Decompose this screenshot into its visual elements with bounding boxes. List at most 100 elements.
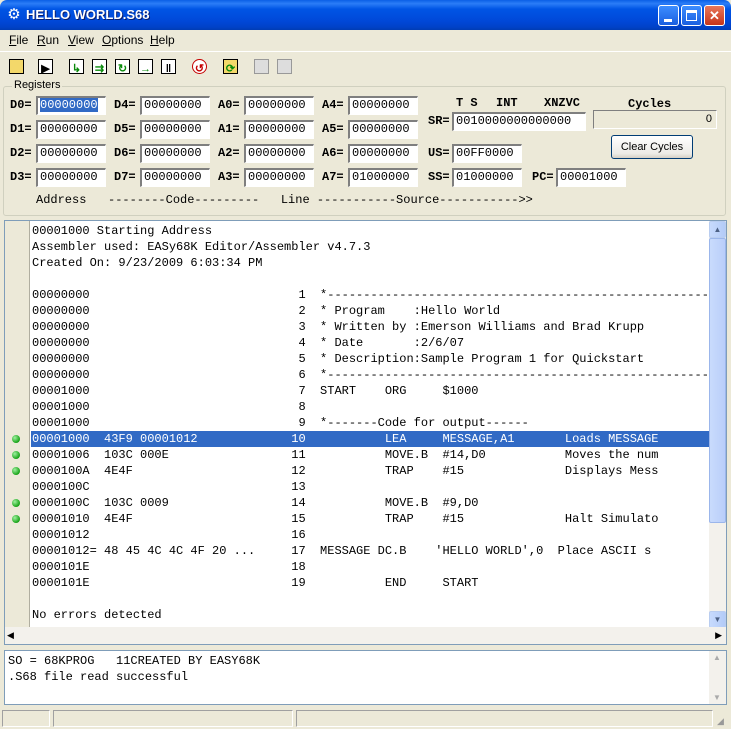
menu-options[interactable]: Options xyxy=(102,33,143,47)
menu-bar: File Run View Options Help xyxy=(0,30,731,50)
register-d3-field[interactable]: 00000000 xyxy=(36,168,106,187)
listing-pane[interactable]: 00001000 Starting Address Assembler used:… xyxy=(4,220,727,645)
breakpoint-marker-icon[interactable] xyxy=(12,499,20,507)
listing-line[interactable]: No errors detected xyxy=(31,607,709,623)
listing-vertical-scrollbar[interactable]: ▲ ▼ xyxy=(709,221,726,628)
register-a6-field[interactable]: 00000000 xyxy=(348,144,418,163)
register-label-d4: D4= xyxy=(114,98,136,112)
register-a5-field[interactable]: 00000000 xyxy=(348,120,418,139)
register-pc-field[interactable]: 00001000 xyxy=(556,168,626,187)
trace-button[interactable]: ↻ xyxy=(112,56,132,76)
scroll-down-icon[interactable]: ▼ xyxy=(713,693,721,702)
register-us-field[interactable]: 00FF0000 xyxy=(452,144,522,163)
listing-line[interactable] xyxy=(31,591,709,607)
scroll-up-button[interactable]: ▲ xyxy=(709,221,726,238)
register-d7-field[interactable]: 00000000 xyxy=(140,168,210,187)
maximize-button[interactable] xyxy=(681,5,702,26)
message-vertical-scrollbar[interactable]: ▲ ▼ xyxy=(709,651,726,704)
step-into-button[interactable]: ↳ xyxy=(66,56,86,76)
run-to-cursor-button[interactable]: → xyxy=(135,56,155,76)
listing-line[interactable]: 0000101E 18 xyxy=(31,559,709,575)
listing-line[interactable]: Assembler used: EASy68K Editor/Assembler… xyxy=(31,239,709,255)
listing-line[interactable]: 0000100C 103C 0009 14 MOVE.B #9,D0 xyxy=(31,495,709,511)
register-label-a2: A2= xyxy=(218,146,240,160)
listing-line[interactable]: 00000000 2 * Program :Hello World xyxy=(31,303,709,319)
menu-help[interactable]: Help xyxy=(150,33,175,47)
register-d0-field[interactable]: 00000000 xyxy=(36,96,106,115)
menu-run[interactable]: Run xyxy=(37,33,59,47)
scroll-right-icon[interactable]: ▶ xyxy=(715,630,722,641)
close-button[interactable]: ✕ xyxy=(704,5,725,26)
listing-line[interactable]: 00000000 5 * Description:Sample Program … xyxy=(31,351,709,367)
scroll-up-icon[interactable]: ▲ xyxy=(713,653,721,662)
scroll-thumb[interactable] xyxy=(709,238,726,523)
listing-line[interactable]: 00000000 6 *----------------------------… xyxy=(31,367,709,383)
message-pane[interactable]: SO = 68KPROG 11CREATED BY EASY68K .S68 fi… xyxy=(4,650,727,705)
message-line: .S68 file read successful xyxy=(8,670,189,684)
open-button[interactable] xyxy=(6,56,26,76)
listing-line[interactable]: 00001000 Starting Address xyxy=(31,223,709,239)
resize-grip-icon[interactable]: ◢ xyxy=(717,715,729,727)
register-a7-field[interactable]: 01000000 xyxy=(348,168,418,187)
register-sr-field[interactable]: 0010000000000000 xyxy=(452,112,586,131)
register-d1-field[interactable]: 00000000 xyxy=(36,120,106,139)
register-label-ss: SS= xyxy=(428,170,450,184)
listing-line[interactable]: 00001010 4E4F 15 TRAP #15 Halt Simulato xyxy=(31,511,709,527)
register-label-pc: PC= xyxy=(532,170,554,184)
listing-line[interactable]: 00000000 3 * Written by :Emerson William… xyxy=(31,319,709,335)
register-ss-field[interactable]: 01000000 xyxy=(452,168,522,187)
register-a0-field[interactable]: 00000000 xyxy=(244,96,314,115)
reload-button[interactable]: ⟳ xyxy=(220,56,240,76)
register-a4-field[interactable]: 00000000 xyxy=(348,96,418,115)
listing-line[interactable]: 00001006 103C 000E 11 MOVE.B #14,D0 Move… xyxy=(31,447,709,463)
run-button[interactable]: ▶ xyxy=(35,56,55,76)
listing-line[interactable]: 0000100C 13 xyxy=(31,479,709,495)
register-d2-field[interactable]: 00000000 xyxy=(36,144,106,163)
listing-line[interactable]: 0000100A 4E4F 12 TRAP #15 Displays Mess xyxy=(31,463,709,479)
menu-view[interactable]: View xyxy=(68,33,94,47)
listing-line[interactable]: Created On: 9/23/2009 6:03:34 PM xyxy=(31,255,709,271)
step-over-button[interactable]: ⇉ xyxy=(89,56,109,76)
breakpoint-marker-icon[interactable] xyxy=(12,451,20,459)
listing-line[interactable]: 00001012 16 xyxy=(31,527,709,543)
flags-header-ts: T S xyxy=(456,96,478,110)
minimize-button[interactable] xyxy=(658,5,679,26)
breakpoint-marker-icon[interactable] xyxy=(12,515,20,523)
clear-cycles-button[interactable]: Clear Cycles xyxy=(611,135,693,159)
listing-line[interactable]: 0000101E 19 END START xyxy=(31,575,709,591)
register-label-d0: D0= xyxy=(10,98,32,112)
listing-line[interactable]: 00001000 9 *-------Code for output------ xyxy=(31,415,709,431)
listing-line[interactable]: 00001000 7 START ORG $1000 xyxy=(31,383,709,399)
breakpoint-marker-icon[interactable] xyxy=(12,467,20,475)
listing-line[interactable]: 00000000 1 *----------------------------… xyxy=(31,287,709,303)
listing-line-selected[interactable]: 00001000 43F9 00001012 10 LEA MESSAGE,A1… xyxy=(31,431,709,447)
register-a2-field[interactable]: 00000000 xyxy=(244,144,314,163)
log-icon xyxy=(254,59,269,74)
log-start-button[interactable] xyxy=(251,56,271,76)
log-stop-button[interactable] xyxy=(274,56,294,76)
pause-button[interactable]: ‖ xyxy=(158,56,178,76)
close-icon: ✕ xyxy=(709,8,720,23)
message-line: SO = 68KPROG 11CREATED BY EASY68K xyxy=(8,654,261,668)
gear-icon[interactable]: ⚙ xyxy=(6,7,22,23)
source-listing[interactable]: 00001000 Starting Address Assembler used:… xyxy=(31,223,709,628)
listing-horizontal-scrollbar[interactable]: ◀ ▶ xyxy=(5,627,726,644)
step-over-icon: ⇉ xyxy=(92,59,107,75)
title-bar[interactable]: ⚙ HELLO WORLD.S68 ✕ xyxy=(0,0,731,30)
reset-button[interactable]: ↺ xyxy=(189,56,209,76)
listing-line[interactable]: 00001012= 48 45 4C 4C 4F 20 ... 17 MESSA… xyxy=(31,543,709,559)
register-d6-field[interactable]: 00000000 xyxy=(140,144,210,163)
register-a3-field[interactable]: 00000000 xyxy=(244,168,314,187)
breakpoint-marker-icon[interactable] xyxy=(12,435,20,443)
listing-line[interactable] xyxy=(31,271,709,287)
scroll-left-icon[interactable]: ◀ xyxy=(7,630,14,641)
listing-line[interactable]: 00001000 8 xyxy=(31,399,709,415)
listing-line[interactable]: 00000000 4 * Date :2/6/07 xyxy=(31,335,709,351)
register-d5-field[interactable]: 00000000 xyxy=(140,120,210,139)
register-d4-field[interactable]: 00000000 xyxy=(140,96,210,115)
register-a1-field[interactable]: 00000000 xyxy=(244,120,314,139)
register-label-a3: A3= xyxy=(218,170,240,184)
breakpoint-gutter[interactable] xyxy=(5,221,30,628)
menu-file[interactable]: File xyxy=(9,33,28,47)
scroll-down-button[interactable]: ▼ xyxy=(709,611,726,628)
